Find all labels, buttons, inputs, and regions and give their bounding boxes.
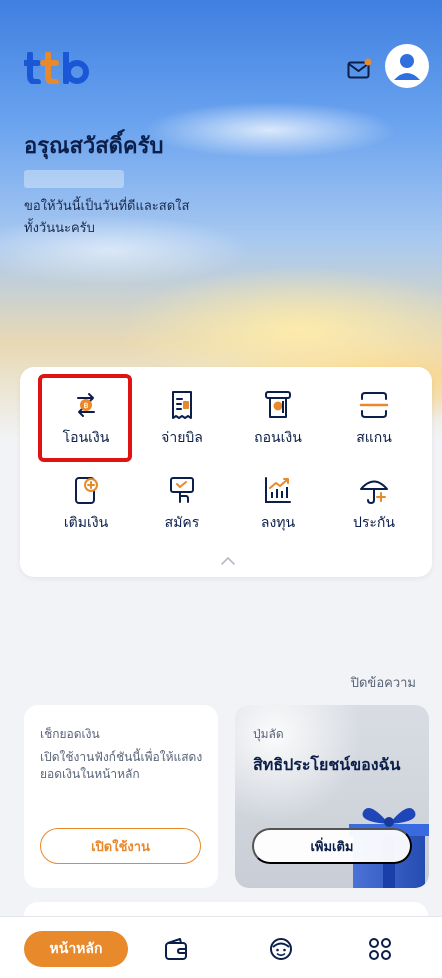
wish-text: ขอให้วันนี้เป็นวันที่ดีและสดใสทั้งวันนะค…: [24, 199, 190, 236]
nav-home-button[interactable]: หน้าหลัก: [24, 931, 128, 967]
balance-card: เช็กยอดเงิน เปิดใช้งานฟังก์ชันนี้เพื่อให…: [24, 705, 218, 888]
user-name-placeholder: [24, 170, 124, 188]
greeting-text: อรุณสวัสดิ์ครับ: [24, 134, 164, 159]
topup-icon: [75, 477, 98, 504]
menu-item-topup[interactable]: เติมเงิน: [38, 474, 134, 546]
benefit-card[interactable]: ปุ่มลัด สิทธิประโยชน์ของฉัน เพิ่มเติม: [235, 705, 429, 888]
scan-icon: [359, 392, 389, 418]
mail-icon[interactable]: [347, 58, 373, 80]
dismiss-message-link[interactable]: ปิดข้อความ: [351, 672, 416, 693]
benefit-card-title: ปุ่มลัด: [253, 727, 284, 741]
menu-item-scan[interactable]: สแกน: [326, 389, 422, 461]
invest-icon: [265, 477, 291, 503]
withdraw-icon: [265, 391, 291, 418]
support-icon[interactable]: [268, 936, 294, 962]
menu-label: ประกัน: [353, 515, 395, 531]
menu-item-bill[interactable]: จ่ายบิล: [134, 389, 230, 461]
menu-item-apply[interactable]: สมัคร: [134, 474, 230, 546]
menu-label: สแกน: [356, 430, 392, 446]
benefit-heading: สิทธิประโยชน์ของฉัน: [253, 755, 401, 774]
avatar[interactable]: [385, 44, 429, 88]
insurance-icon: [360, 480, 388, 505]
apps-icon[interactable]: [367, 936, 393, 962]
ttb-logo: [24, 52, 89, 84]
quick-menu-card: ฿ โอนเงิน จ่ายบิล ถอนเงิน สแกน เติมเงิน …: [20, 367, 432, 577]
balance-card-description: เปิดใช้งานฟังก์ชันนี้เพื่อให้แสดงยอดเงิน…: [40, 750, 203, 781]
menu-item-invest[interactable]: ลงทุน: [230, 474, 326, 546]
bill-icon: [172, 391, 192, 419]
wallet-icon[interactable]: [163, 936, 189, 962]
bottom-nav: หน้าหลัก: [0, 916, 442, 978]
menu-label: เติมเงิน: [63, 515, 109, 531]
apply-icon: [170, 477, 194, 503]
menu-label: ถอนเงิน: [254, 430, 302, 446]
menu-label: สมัคร: [164, 515, 200, 531]
avatar-icon: [394, 54, 420, 80]
chevron-up-icon[interactable]: [220, 556, 236, 566]
menu-item-insurance[interactable]: ประกัน: [326, 474, 422, 546]
balance-card-title: เช็กยอดเงิน: [40, 727, 100, 741]
menu-label: จ่ายบิล: [161, 430, 203, 446]
enable-button[interactable]: เปิดใช้งาน: [40, 828, 201, 864]
more-button[interactable]: เพิ่มเติม: [252, 828, 412, 864]
highlight-box: [38, 374, 132, 462]
menu-item-withdraw[interactable]: ถอนเงิน: [230, 389, 326, 461]
menu-label: ลงทุน: [260, 515, 296, 531]
